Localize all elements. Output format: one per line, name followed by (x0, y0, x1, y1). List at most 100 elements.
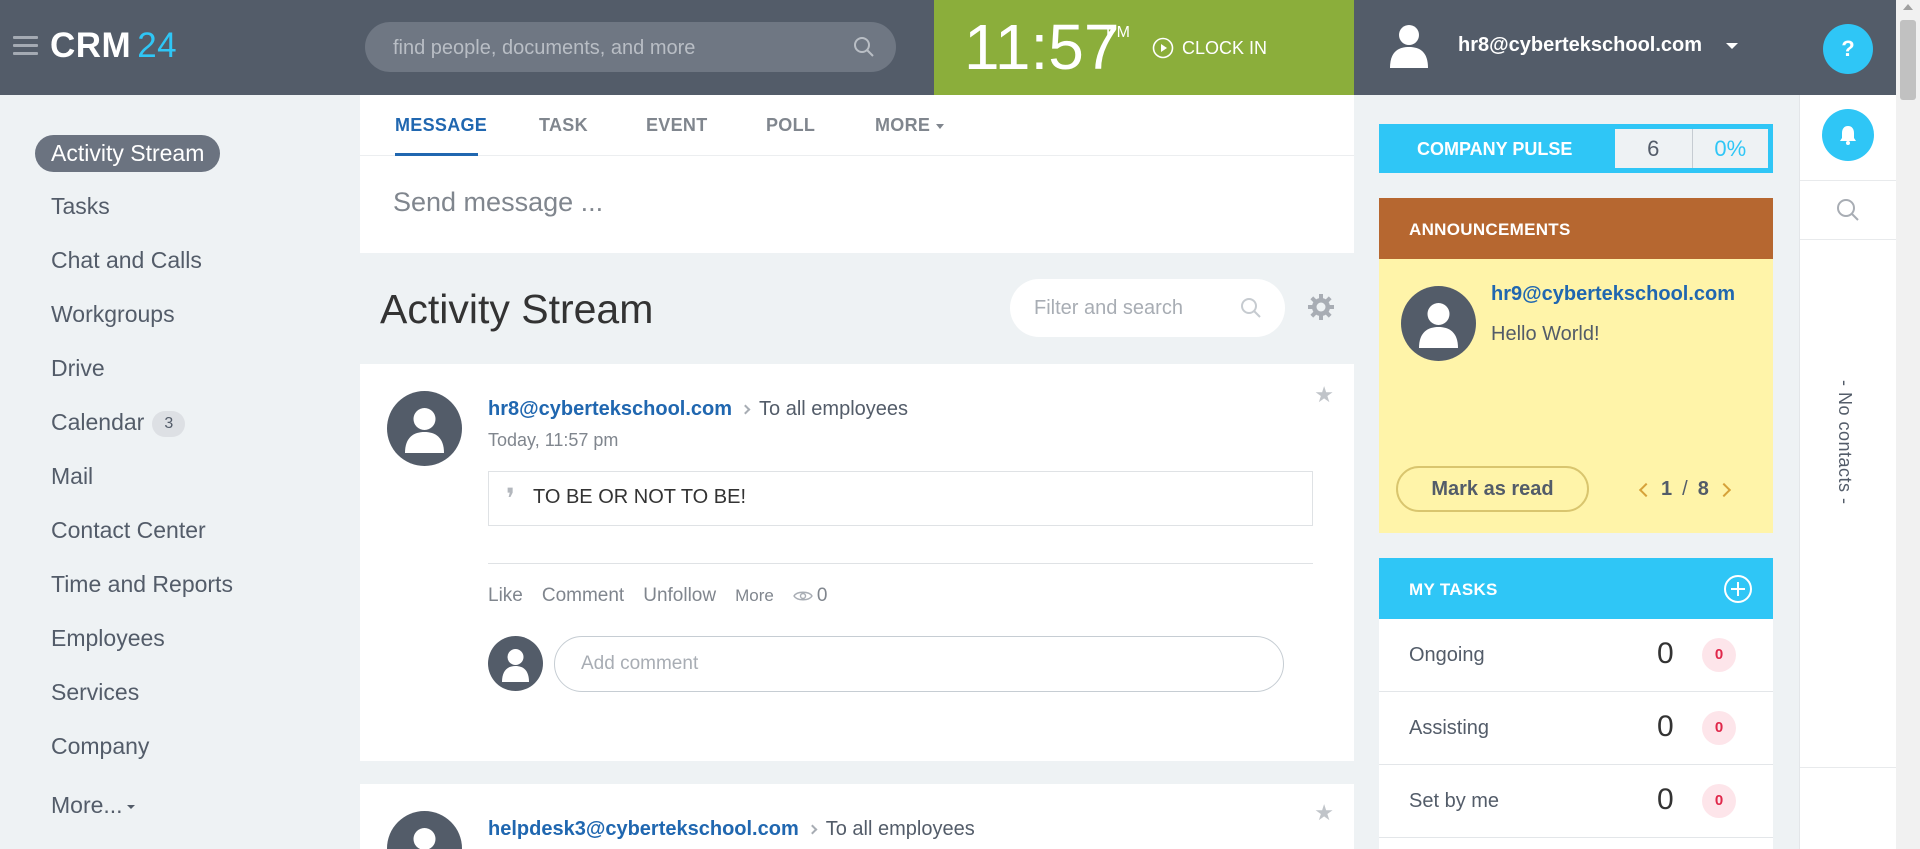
logo-main: CRM (50, 26, 132, 65)
help-button[interactable]: ? (1823, 24, 1873, 74)
task-label: Set by me (1409, 790, 1500, 812)
nav-item-company[interactable]: Company (51, 733, 149, 760)
search-icon[interactable] (1239, 296, 1263, 320)
nav-item-calendar[interactable]: Calendar 3 (51, 409, 186, 437)
announcement-author[interactable]: hr9@cybertekschool.com (1491, 283, 1735, 306)
rail-divider (1800, 767, 1896, 768)
my-tasks-widget: MY TASKS Ongoing 0 0 Assisting 0 0 Set b… (1379, 558, 1773, 849)
task-row-ongoing[interactable]: Ongoing 0 0 (1379, 619, 1773, 692)
play-icon (1152, 37, 1174, 59)
menu-icon[interactable] (13, 36, 38, 56)
pulse-value: 6 (1647, 136, 1660, 161)
announcements-title: ANNOUNCEMENTS (1409, 220, 1571, 239)
task-row-set-by-me[interactable]: Set by me 0 0 (1379, 765, 1773, 838)
nav-item-more-label: More... (51, 792, 123, 818)
add-comment-input[interactable]: Add comment (554, 636, 1284, 692)
nav-item-time-and-reports[interactable]: Time and Reports (51, 571, 233, 598)
avatar[interactable] (1401, 286, 1476, 361)
avatar[interactable] (387, 391, 462, 466)
nav-item-chat-and-calls[interactable]: Chat and Calls (51, 247, 202, 274)
star-icon[interactable]: ★ (1314, 800, 1334, 826)
avatar (488, 636, 543, 691)
nav-item-workgroups[interactable]: Workgroups (51, 301, 175, 328)
my-tasks-header: MY TASKS (1379, 558, 1773, 619)
company-pulse-widget: COMPANY PULSE 6 0% (1379, 124, 1773, 173)
view-count-value: 0 (816, 585, 828, 606)
add-task-icon[interactable] (1723, 574, 1753, 604)
right-rail: - No contacts - (1799, 95, 1896, 849)
post-divider (488, 563, 1313, 564)
announcements-widget: ANNOUNCEMENTS hr9@cybertekschool.com Hel… (1379, 198, 1773, 533)
chevron-left-icon[interactable] (1638, 482, 1654, 497)
filter-search-input[interactable]: Filter and search (1010, 279, 1285, 337)
star-icon[interactable]: ★ (1314, 382, 1334, 408)
company-pulse-values[interactable]: 6 0% (1615, 129, 1768, 168)
post-date[interactable]: Today, 11:57 pm (488, 430, 618, 451)
scroll-thumb[interactable] (1900, 20, 1916, 100)
tab-more[interactable]: MORE (875, 115, 945, 136)
announcements-header: ANNOUNCEMENTS (1379, 198, 1773, 259)
my-tasks-title[interactable]: MY TASKS (1409, 580, 1498, 600)
scroll-up-arrow[interactable] (1903, 4, 1913, 10)
logo-number: 24 (137, 26, 178, 65)
tab-task[interactable]: TASK (539, 115, 588, 136)
post-actions: Like Comment Unfollow More 0 (488, 585, 827, 607)
pager-separator: / (1682, 478, 1688, 500)
pager-total: 8 (1697, 478, 1709, 500)
post-destination[interactable]: To all employees (826, 818, 975, 840)
nav-item-contact-center[interactable]: Contact Center (51, 517, 206, 544)
gear-icon[interactable] (1306, 292, 1336, 322)
post-author-line: hr8@cybertekschool.com To all employees (488, 398, 908, 421)
tab-message[interactable]: MESSAGE (395, 115, 487, 136)
notifications-button[interactable] (1822, 109, 1874, 161)
active-tab-indicator (395, 153, 478, 156)
view-count[interactable]: 0 (793, 585, 828, 607)
post-composer: MESSAGE TASK EVENT POLL MORE Send messag… (360, 95, 1354, 253)
comment-button[interactable]: Comment (542, 585, 624, 607)
more-button[interactable]: More (735, 586, 774, 606)
mark-as-read-button[interactable]: Mark as read (1396, 466, 1589, 512)
eye-icon (793, 591, 813, 601)
tab-event[interactable]: EVENT (646, 115, 708, 136)
search-icon[interactable] (852, 35, 876, 59)
user-menu[interactable]: hr8@cybertekschool.com (1354, 0, 1799, 95)
post-author-link[interactable]: hr8@cybertekschool.com (488, 398, 732, 420)
chevron-right-icon (807, 824, 818, 835)
post-author-line: helpdesk3@cybertekschool.com To all emplo… (488, 818, 975, 841)
nav-item-services[interactable]: Services (51, 679, 139, 706)
chevron-right-icon[interactable] (1716, 482, 1731, 497)
clock-in-button[interactable]: CLOCK IN (1152, 37, 1267, 59)
chevron-right-icon (740, 404, 751, 415)
nav-item-drive[interactable]: Drive (51, 355, 105, 382)
nav-item-employees[interactable]: Employees (51, 625, 165, 652)
chevron-down-icon[interactable] (1726, 43, 1738, 49)
unfollow-button[interactable]: Unfollow (643, 585, 716, 607)
nav-item-activity-stream[interactable]: Activity Stream (35, 135, 221, 172)
task-overdue-badge: 0 (1702, 638, 1736, 672)
caret-down-icon (936, 123, 945, 129)
tab-poll[interactable]: POLL (766, 115, 815, 136)
page-title: Activity Stream (380, 286, 654, 332)
page-scrollbar[interactable] (1896, 0, 1920, 849)
global-search-input[interactable]: find people, documents, and more (365, 22, 896, 72)
nav-item-tasks[interactable]: Tasks (51, 193, 110, 220)
task-count: 0 (1657, 710, 1674, 743)
nav-item-mail[interactable]: Mail (51, 463, 93, 490)
nav-item-more[interactable]: More... (51, 792, 135, 819)
user-email[interactable]: hr8@cybertekschool.com (1458, 34, 1702, 57)
quote-text: TO BE OR NOT TO BE! (533, 486, 747, 508)
announcement-pager: 1 / 8 (1638, 478, 1731, 501)
company-pulse-label[interactable]: COMPANY PULSE (1417, 139, 1572, 160)
send-message-input[interactable]: Send message ... (393, 187, 603, 218)
post-destination[interactable]: To all employees (759, 398, 908, 420)
feed-post: hr8@cybertekschool.com To all employees T… (360, 364, 1354, 761)
calendar-count-badge: 3 (152, 410, 186, 437)
avatar[interactable] (387, 811, 462, 849)
logo[interactable]: CRM 24 (50, 26, 177, 66)
post-author-link[interactable]: helpdesk3@cybertekschool.com (488, 818, 799, 840)
contact-search-button[interactable] (1800, 180, 1896, 240)
search-icon (1837, 199, 1859, 221)
like-button[interactable]: Like (488, 585, 523, 607)
task-row-assisting[interactable]: Assisting 0 0 (1379, 692, 1773, 765)
search-placeholder: find people, documents, and more (393, 37, 696, 59)
